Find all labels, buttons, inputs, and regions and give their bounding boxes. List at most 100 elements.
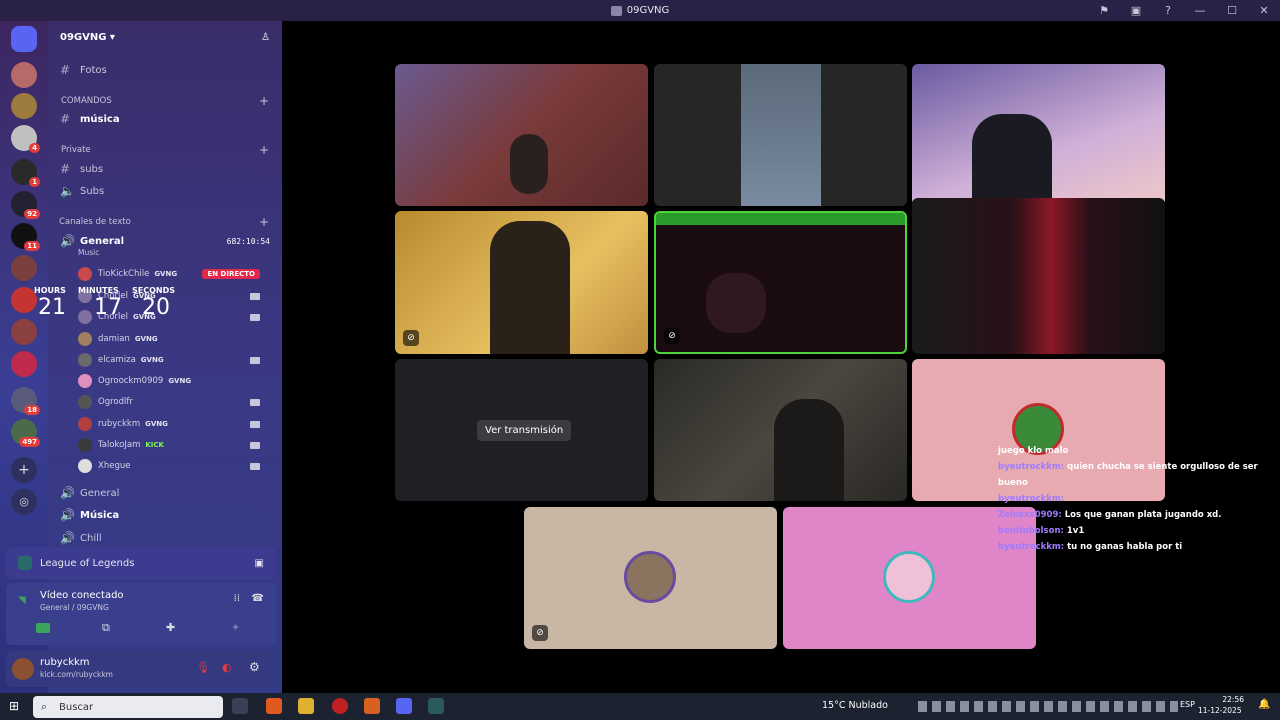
screen-share-icon[interactable]: ⧉: [102, 621, 110, 635]
muted-icon: ⊘: [664, 328, 680, 344]
voice-user[interactable]: Ogrodlfr: [78, 392, 272, 412]
chat-message: byeutrockkm: quien chucha se siente orgu…: [998, 462, 1258, 488]
add-channel-icon[interactable]: +: [259, 143, 269, 157]
voice-user[interactable]: TioKickChile GVNG EN DIRECTO: [78, 264, 272, 284]
windows-start-icon[interactable]: ⊞: [9, 699, 19, 713]
voice-user[interactable]: Ogroockm0909 GVNG: [78, 371, 272, 391]
app-icon[interactable]: [332, 698, 348, 714]
maximize-button[interactable]: ☐: [1216, 4, 1248, 17]
guild-header[interactable]: 09GVNG ▾ ♙: [48, 21, 282, 53]
weather-widget[interactable]: 15°C Nublado: [822, 700, 888, 711]
server-icon[interactable]: 92: [11, 191, 40, 219]
screen-share-icon[interactable]: ▣: [255, 558, 264, 569]
add-server-icon[interactable]: +: [11, 457, 37, 483]
activity-panel[interactable]: League of Legends ▣: [6, 547, 276, 579]
deafen-icon[interactable]: ◐: [222, 661, 232, 674]
person-silhouette: [490, 221, 570, 354]
voice-user[interactable]: rubyckkm GVNG: [78, 414, 272, 434]
channel-musica[interactable]: # música: [48, 109, 282, 129]
soundboard-icon[interactable]: ✦: [231, 621, 240, 634]
video-tile[interactable]: ⊘: [395, 211, 648, 354]
file-explorer-icon[interactable]: [298, 698, 314, 714]
disconnect-icon[interactable]: ☎: [252, 593, 264, 604]
mic-muted-icon[interactable]: 🎙: [196, 661, 210, 674]
help-icon[interactable]: ?: [1152, 4, 1184, 17]
stream-preview-tile[interactable]: Ver transmisión: [395, 359, 648, 501]
system-tray-icons[interactable]: [918, 701, 1178, 712]
server-icon[interactable]: 1: [11, 159, 40, 187]
video-tile[interactable]: [654, 64, 907, 206]
video-tile[interactable]: [654, 359, 907, 501]
voice-channel-subs[interactable]: 🔈 Subs: [48, 181, 282, 201]
server-icon[interactable]: [11, 319, 37, 345]
video-tile[interactable]: [912, 198, 1165, 354]
screen-icon[interactable]: ▣: [1120, 4, 1152, 17]
settings-icon[interactable]: ⚙: [249, 660, 260, 674]
video-tile-speaking[interactable]: ⊘: [654, 211, 907, 354]
category-private[interactable]: Private +: [48, 140, 282, 160]
server-name: 09GVNG: [60, 31, 107, 43]
voice-channel-chill[interactable]: 🔊 Chill: [48, 528, 282, 548]
server-icon[interactable]: 497: [11, 419, 40, 447]
discord-home-icon[interactable]: [11, 26, 37, 52]
category-texto[interactable]: Canales de texto +: [48, 212, 282, 232]
inbox-icon[interactable]: ⚑: [1088, 4, 1120, 17]
clock-time[interactable]: 22:56: [1210, 695, 1244, 704]
channel-subs[interactable]: # subs: [48, 159, 282, 179]
hash-icon: #: [60, 63, 71, 77]
person-silhouette: [510, 134, 548, 194]
activities-icon[interactable]: ✚: [166, 621, 175, 634]
language-indicator[interactable]: ESP: [1180, 700, 1195, 709]
camera-icon: [250, 292, 260, 300]
stream-overlay-bar: [656, 213, 905, 225]
league-icon[interactable]: [428, 698, 444, 714]
add-member-icon[interactable]: ♙: [261, 32, 270, 43]
voice-user[interactable]: TalokoJam KICK: [78, 435, 272, 455]
video-tile[interactable]: ⊘: [524, 507, 777, 649]
voice-user[interactable]: elcamiza GVNG: [78, 350, 272, 370]
server-icon[interactable]: [11, 62, 37, 88]
noise-suppression-icon[interactable]: ⁞⁞: [234, 593, 240, 604]
notification-badge: 18: [24, 405, 40, 415]
voice-location[interactable]: General / 09GVNG: [40, 603, 109, 612]
camera-icon[interactable]: [36, 623, 50, 633]
add-channel-icon[interactable]: +: [259, 94, 269, 108]
add-channel-icon[interactable]: +: [259, 215, 269, 229]
muted-icon: ⊘: [403, 330, 419, 346]
voice-user[interactable]: damian GVNG: [78, 329, 272, 349]
minimize-button[interactable]: —: [1184, 4, 1216, 17]
category-comandos[interactable]: COMANDOS +: [48, 91, 282, 111]
video-tile[interactable]: [395, 64, 648, 206]
server-icon[interactable]: 18: [11, 387, 40, 415]
brave-icon[interactable]: [266, 698, 282, 714]
server-icon: [610, 5, 622, 16]
server-icon[interactable]: 11: [11, 223, 40, 251]
server-icon[interactable]: [11, 351, 37, 377]
discord-window: 09GVNG ⚑ ▣ ? — ☐ ✕ 4 1 92 11 18 497 + ◎ …: [0, 0, 1280, 720]
voice-user[interactable]: Xhegue: [78, 456, 272, 476]
watch-stream-button[interactable]: Ver transmisión: [477, 420, 572, 441]
avatar[interactable]: [12, 658, 34, 680]
video-tile[interactable]: [912, 64, 1165, 206]
speaker-icon: 🔊: [60, 531, 75, 545]
server-icon[interactable]: 4: [11, 125, 40, 153]
task-view-icon[interactable]: [232, 698, 248, 714]
chat-message: benitobolson: 1v1: [998, 526, 1085, 536]
camera-feed: [741, 64, 821, 206]
channel-fotos[interactable]: # Fotos: [48, 60, 282, 80]
server-icon[interactable]: [11, 255, 37, 281]
voice-channel-general1[interactable]: 🔊 General: [48, 483, 282, 503]
notifications-icon[interactable]: 🔔: [1258, 699, 1270, 710]
server-icon[interactable]: [11, 93, 37, 119]
voice-channel-musica[interactable]: 🔊 Música: [48, 505, 282, 525]
avatar: [883, 551, 935, 603]
notification-badge: 4: [29, 143, 40, 153]
close-button[interactable]: ✕: [1248, 4, 1280, 17]
discord-taskbar-icon[interactable]: [396, 698, 412, 714]
taskbar-search[interactable]: ⌕ Buscar: [33, 696, 223, 718]
app-icon[interactable]: [364, 698, 380, 714]
camera-icon: [250, 313, 260, 321]
discover-icon[interactable]: ◎: [11, 489, 37, 515]
clock-date[interactable]: 11-12-2025: [1198, 706, 1242, 715]
chat-message: Zelsoxx0909: Los que ganan plata jugando…: [998, 510, 1222, 520]
